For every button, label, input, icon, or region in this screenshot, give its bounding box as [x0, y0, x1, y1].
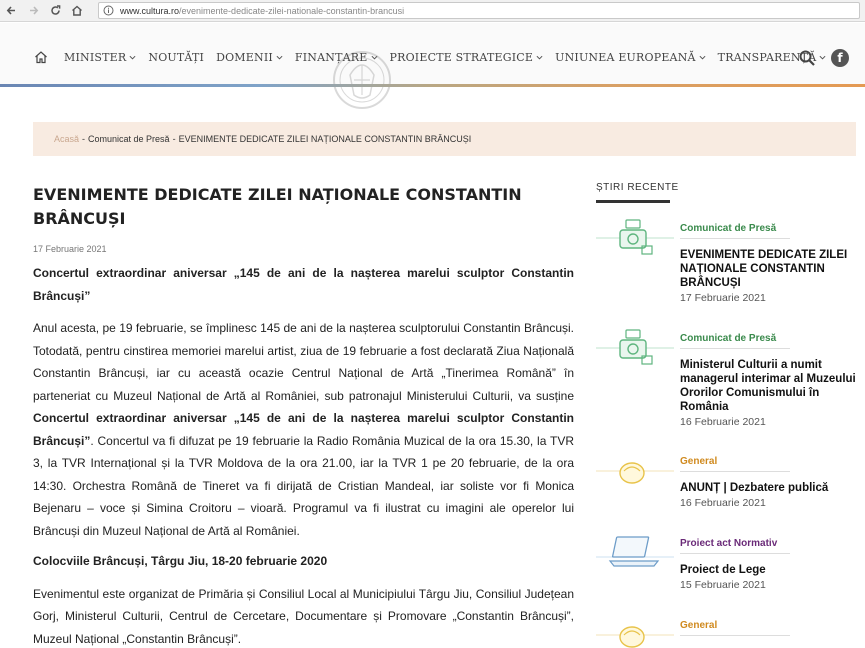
chevron-down-icon — [276, 55, 283, 60]
news-category-link[interactable]: General — [680, 619, 790, 636]
chevron-down-icon — [371, 55, 377, 60]
chevron-down-icon — [536, 55, 543, 60]
breadcrumb-section-link[interactable]: Comunicat de Presă — [88, 134, 170, 144]
nav-item-label: UNIUNEA EUROPEANĂ — [555, 50, 696, 64]
news-category-link[interactable]: Comunicat de Presă — [680, 332, 790, 349]
chevron-down-icon — [129, 55, 136, 60]
news-date: 16 Februarie 2021 — [680, 497, 766, 509]
article-paragraph-2: Evenimentul este organizat de Primăria ș… — [33, 586, 574, 646]
home-icon[interactable] — [66, 0, 88, 22]
news-title-link[interactable]: Proiect de Lege — [680, 563, 860, 577]
news-date: 15 Februarie 2021 — [680, 579, 766, 591]
news-title-link[interactable]: ANUNȚ | Dezbatere publică — [680, 481, 860, 495]
breadcrumb-separator: - — [82, 134, 86, 144]
breadcrumb-home-link[interactable]: Acasă — [54, 134, 79, 144]
news-date: 16 Februarie 2021 — [680, 416, 766, 428]
address-bar[interactable]: www.cultura.ro/evenimente-dedicate-zilei… — [98, 2, 860, 19]
url-host: www.cultura.ro — [120, 5, 180, 16]
nav-item-1[interactable]: NOUTĂȚI — [148, 51, 204, 64]
news-thumbnail[interactable] — [596, 326, 674, 370]
recent-news-sidebar: ȘTIRI RECENTE Comunicat de Presă EVENIMEN… — [596, 182, 861, 648]
sidebar-title: ȘTIRI RECENTE — [596, 182, 679, 193]
paragraph-text: . Concertul va fi difuzat pe 19 februari… — [33, 433, 574, 538]
header-color-stripe — [0, 84, 865, 87]
news-thumbnail[interactable] — [596, 531, 674, 575]
news-date: 17 Februarie 2021 — [680, 292, 766, 304]
facebook-icon[interactable]: f — [831, 49, 849, 67]
nav-items: MINISTER NOUTĂȚI DOMENII FINANȚARE PROIECTE … — [64, 51, 838, 64]
page-info-icon[interactable] — [103, 5, 114, 16]
site-header: MINISTER NOUTĂȚI DOMENII FINANȚARE PROIECTE … — [0, 23, 865, 109]
news-thumbnail[interactable] — [596, 613, 674, 648]
main-nav: MINISTER NOUTĂȚI DOMENII FINANȚARE PROIECTE … — [30, 46, 838, 68]
sidebar-title-underline — [596, 200, 670, 203]
nav-item-4[interactable]: PROIECTE STRATEGICE — [390, 51, 544, 64]
article: EVENIMENTE DEDICATE ZILEI NAȚIONALE CONS… — [33, 183, 574, 648]
news-category-link[interactable]: Comunicat de Presă — [680, 222, 790, 239]
news-title-link[interactable]: Ministerul Culturii a numit managerul in… — [680, 358, 860, 414]
article-title: EVENIMENTE DEDICATE ZILEI NAȚIONALE CONS… — [33, 185, 522, 228]
breadcrumb-separator: - — [172, 134, 176, 144]
search-icon[interactable] — [799, 50, 815, 66]
breadcrumb: Acasă - Comunicat de Presă - EVENIMENTE … — [33, 122, 856, 156]
news-category-link[interactable]: General — [680, 455, 790, 472]
news-category-link[interactable]: Proiect act Normativ — [680, 537, 790, 554]
breadcrumb-current: EVENIMENTE DEDICATE ZILEI NAȚIONALE CONS… — [178, 134, 472, 144]
nav-item-label: NOUTĂȚI — [148, 50, 205, 64]
nav-item-label: FINANȚARE — [294, 50, 368, 64]
reload-icon[interactable] — [44, 0, 66, 22]
article-subhead: Colocviile Brâncuși, Târgu Jiu, 18-20 fe… — [33, 554, 328, 568]
news-thumbnail[interactable] — [596, 449, 674, 493]
back-icon[interactable] — [0, 0, 22, 22]
browser-toolbar: www.cultura.ro/evenimente-dedicate-zilei… — [0, 0, 865, 22]
news-title-link[interactable]: EVENIMENTE DEDICATE ZILEI NAȚIONALE CONS… — [680, 248, 860, 290]
article-paragraph-1: Anul acesta, pe 19 februarie, se împline… — [33, 317, 574, 542]
nav-item-3[interactable]: FINANȚARE — [295, 51, 378, 64]
nav-item-5[interactable]: UNIUNEA EUROPEANĂ — [555, 51, 706, 64]
home-icon[interactable] — [30, 46, 52, 68]
nav-item-label: MINISTER — [64, 50, 127, 64]
nav-item-0[interactable]: MINISTER — [64, 51, 136, 64]
chevron-down-icon — [699, 55, 706, 60]
nav-item-label: PROIECTE STRATEGICE — [389, 50, 534, 64]
article-lead: Concertul extraordinar aniversar „145 de… — [33, 266, 574, 303]
article-date: 17 Februarie 2021 — [33, 244, 107, 254]
nav-item-label: DOMENII — [216, 50, 273, 64]
nav-item-2[interactable]: DOMENII — [216, 51, 283, 64]
url-path: /evenimente-dedicate-zilei-nationale-con… — [179, 5, 405, 16]
forward-icon[interactable] — [22, 0, 44, 22]
news-thumbnail[interactable] — [596, 216, 674, 260]
header-actions: f — [799, 49, 849, 67]
paragraph-text: Anul acesta, pe 19 februarie, se împline… — [33, 321, 574, 403]
